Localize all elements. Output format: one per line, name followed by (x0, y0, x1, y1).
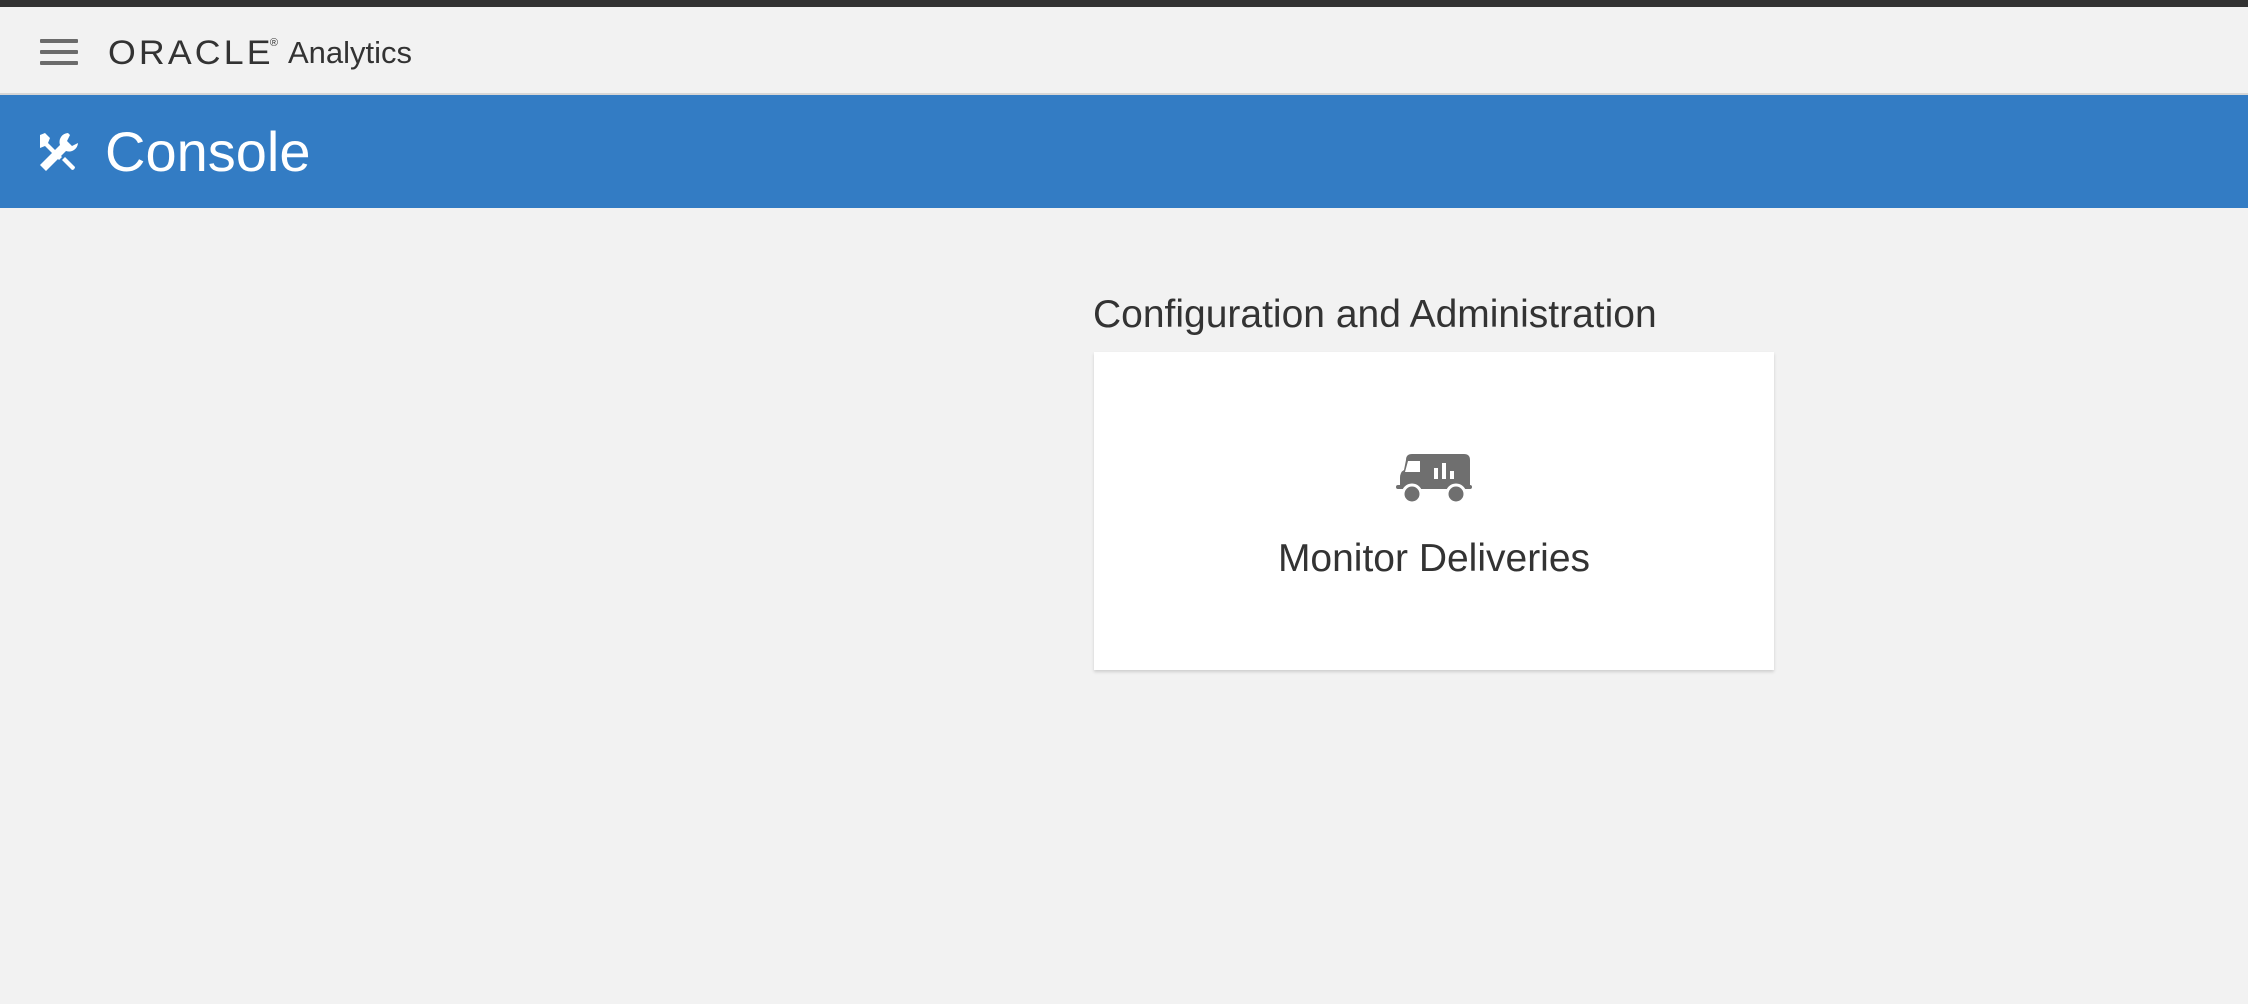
tools-icon (40, 133, 78, 171)
delivery-truck-icon (1396, 454, 1472, 504)
brand-name: ORACLE (108, 33, 274, 72)
page-title: Console (105, 120, 311, 183)
window-top-strip (0, 0, 2248, 7)
section-title: Configuration and Administration (1093, 293, 1657, 336)
hamburger-menu-icon[interactable] (36, 35, 84, 69)
app-header: ORACLE ® Analytics (0, 7, 2248, 95)
page-title-banner: Console (0, 95, 2248, 208)
monitor-deliveries-tile[interactable]: Monitor Deliveries (1094, 352, 1774, 670)
brand-logo[interactable]: ORACLE ® Analytics (108, 31, 412, 75)
brand-registered-mark: ® (269, 37, 278, 49)
tile-label: Monitor Deliveries (1277, 537, 1591, 580)
product-name: Analytics (287, 35, 412, 70)
